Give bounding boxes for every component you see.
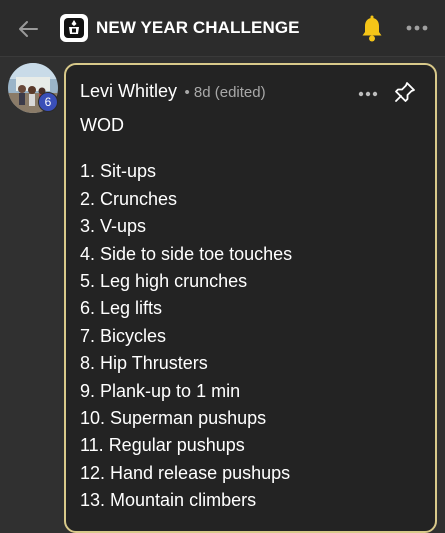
list-item: 13. Mountain climbers (80, 490, 257, 511)
message-body: WOD 1. Sit-ups 2. Crunches 3. V-ups 4. S… (80, 112, 292, 515)
more-icon[interactable] (403, 18, 431, 38)
pin-icon[interactable] (393, 80, 417, 104)
list-item: 12. Hand release pushups (80, 462, 291, 483)
group-logo-icon[interactable] (60, 14, 88, 42)
list-item: 9. Plank-up to 1 min (80, 380, 241, 401)
list-item: 11. Regular pushups (80, 435, 245, 456)
bell-icon[interactable] (359, 15, 385, 43)
list-item: 3. V-ups (80, 216, 147, 237)
post-timestamp: • 8d (edited) (184, 84, 266, 101)
back-arrow-icon[interactable] (14, 15, 42, 43)
page-title: NEW YEAR CHALLENGE (96, 18, 300, 37)
message-bubble: Levi Whitley • 8d (edited) WOD 1. Sit-up… (64, 63, 437, 533)
level-badge: 6 (38, 92, 58, 112)
list-item: 7. Bicycles (80, 325, 167, 346)
list-item: 10. Superman pushups (80, 408, 267, 429)
list-item: 1. Sit-ups (80, 161, 157, 182)
list-item: 6. Leg lifts (80, 298, 163, 319)
list-item: 8. Hip Thrusters (80, 353, 208, 374)
list-item: 2. Crunches (80, 188, 178, 209)
message-header: Levi Whitley • 8d (edited) (80, 81, 266, 102)
message-title: WOD (80, 115, 124, 135)
top-bar: NEW YEAR CHALLENGE (0, 0, 445, 57)
exercise-list: 1. Sit-ups 2. Crunches 3. V-ups 4. Side … (80, 158, 292, 514)
author-name[interactable]: Levi Whitley (80, 81, 177, 101)
list-item: 5. Leg high crunches (80, 271, 248, 292)
list-item: 4. Side to side toe touches (80, 243, 293, 264)
more-icon[interactable] (357, 87, 379, 99)
